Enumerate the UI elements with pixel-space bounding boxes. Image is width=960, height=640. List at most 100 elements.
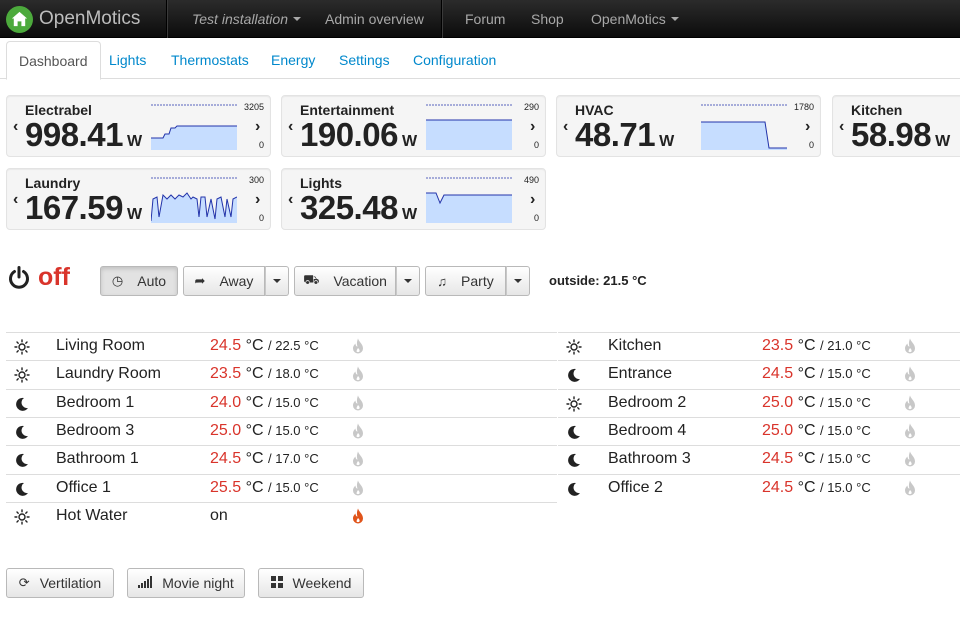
thermostat-row[interactable]: Office 1 25.5 °C / 15.0 °C [6,473,557,502]
vacation-mode-button[interactable]: ⛟ Vacation [294,266,396,296]
current-temperature: 24.5 [762,478,794,496]
temperature-unit: °C [797,478,816,496]
thermostat-row[interactable]: Bedroom 2 25.0 °C / 15.0 °C [558,388,960,417]
tab-energy[interactable]: Energy [271,41,315,79]
thermostat-row[interactable]: Bathroom 3 24.5 °C / 15.0 °C [558,445,960,473]
admin-overview-link[interactable]: Admin overview [325,0,424,38]
tab-settings[interactable]: Settings [339,41,390,79]
energy-widget-min: 0 [533,213,539,223]
energy-value-unit: W [401,206,417,223]
outside-temperature: outside: 21.5 °C [549,273,647,288]
shop-link[interactable]: Shop [531,0,564,38]
vacation-dropdown-toggle[interactable] [396,266,420,296]
thermostat-row[interactable]: Bathroom 1 24.5 °C / 17.0 °C [6,445,557,473]
brand[interactable]: OpenMotics [6,5,140,33]
power-icon[interactable] [8,266,30,290]
current-temperature: 24.5 [210,450,242,468]
tab-lights[interactable]: Lights [109,41,146,79]
thermostat-temperature: 24.5 °C / 17.0 °C [210,450,319,468]
energy-widget-min: 0 [258,213,264,223]
energy-widget-max: 1780 [793,102,814,112]
chevron-left-icon[interactable]: ‹ [13,118,18,136]
flame-icon [904,366,916,383]
thermostat-row[interactable]: Kitchen 23.5 °C / 21.0 °C [558,332,960,360]
away-dropdown-toggle[interactable] [265,266,289,296]
chevron-left-icon[interactable]: ‹ [839,118,844,136]
thermostat-row[interactable]: Entrance 24.5 °C / 15.0 °C [558,360,960,388]
energy-widget-value: 167.59 W [25,189,142,227]
temperature-unit: °C [245,365,264,383]
energy-value-unit: W [126,206,142,223]
tab-thermostats[interactable]: Thermostats [171,41,249,79]
current-temperature: 23.5 [762,337,794,354]
installation-menu[interactable]: Test installation [192,0,301,38]
thermostat-row[interactable]: Bedroom 4 25.0 °C / 15.0 °C [558,416,960,445]
scene-button-vertilation[interactable]: ⟳ Vertilation [6,568,114,598]
chevron-right-icon[interactable]: › [255,118,260,136]
moon-icon [566,424,582,440]
thermostat-row[interactable]: Living Room 24.5 °C / 22.5 °C [6,332,557,360]
thermostat-row[interactable]: Hot Water on [6,501,557,530]
tab-configuration[interactable]: Configuration [413,41,496,79]
thermostat-row[interactable]: Bedroom 3 25.0 °C / 15.0 °C [6,416,557,445]
chevron-down-icon [404,279,412,283]
thermostat-temperature: 25.5 °C / 15.0 °C [210,479,319,497]
thermostat-name: Bedroom 4 [608,421,687,439]
chevron-right-icon[interactable]: › [805,118,810,136]
current-temperature: 25.0 [762,393,794,411]
thermostat-temperature: 24.5 °C / 15.0 °C [762,450,871,468]
thermostat-name: Bathroom 1 [56,450,139,468]
chevron-down-icon [514,279,522,283]
thermostat-temperature: on [210,507,228,525]
music-note-icon: ♫ [437,273,448,289]
openmotics-menu[interactable]: OpenMotics [591,0,679,38]
sun-icon [566,395,582,412]
setpoint-temperature: / 15.0 °C [820,366,871,382]
chevron-right-icon[interactable]: › [530,118,535,136]
setpoint-temperature: / 15.0 °C [820,422,871,438]
nav-divider [166,0,167,38]
thermostat-temperature: 24.5 °C / 22.5 °C [210,337,319,355]
thermostat-name: Entrance [608,365,673,383]
party-mode-label: Party [461,273,494,289]
chevron-left-icon[interactable]: ‹ [563,118,568,136]
scene-button-movie-night[interactable]: Movie night [127,568,245,598]
setpoint-temperature: / 15.0 °C [820,394,871,410]
forum-link[interactable]: Forum [465,0,505,38]
chevron-left-icon[interactable]: ‹ [13,191,18,209]
thermostat-name: Bathroom 3 [608,450,691,468]
energy-value-number: 998.41 [25,116,123,153]
away-mode-button[interactable]: ➦ Away [183,266,265,296]
grid-icon [270,575,283,591]
setpoint-temperature: / 17.0 °C [268,451,319,467]
thermostat-row[interactable]: Office 2 24.5 °C / 15.0 °C [558,473,960,502]
energy-widget-min: 0 [808,140,814,150]
auto-mode-button[interactable]: ◷ Auto [100,266,178,296]
tab-dashboard[interactable]: Dashboard [6,41,101,80]
energy-widget-max: 300 [248,175,264,185]
temperature-unit: °C [797,365,816,383]
thermostat-row[interactable]: Laundry Room 23.5 °C / 18.0 °C [6,360,557,388]
energy-value-number: 58.98 [851,116,932,153]
away-mode-label: Away [219,273,254,289]
party-mode-button[interactable]: ♫ Party [425,266,506,296]
party-dropdown-toggle[interactable] [506,266,530,296]
energy-widget-value: 325.48 W [300,189,417,227]
chevron-right-icon[interactable]: › [255,191,260,209]
thermostat-temperature: 25.0 °C / 15.0 °C [210,422,319,440]
current-temperature: 23.5 [210,365,242,383]
energy-widget-value: 48.71 W [575,116,674,154]
scene-button-weekend[interactable]: Weekend [258,568,364,598]
thermostat-name: Bedroom 3 [56,421,135,439]
flame-icon [352,451,364,468]
chevron-left-icon[interactable]: ‹ [288,191,293,209]
chevron-left-icon[interactable]: ‹ [288,118,293,136]
thermostat-row[interactable]: Bedroom 1 24.0 °C / 15.0 °C [6,388,557,417]
energy-value-number: 325.48 [300,189,398,226]
chevron-right-icon[interactable]: › [530,191,535,209]
energy-widget-min: 0 [533,140,539,150]
scene-label: Weekend [292,575,352,591]
moon-icon [566,481,582,497]
energy-widget: HVAC ‹ 48.71 W 1780 0 › [556,95,821,157]
moon-icon [14,396,30,412]
